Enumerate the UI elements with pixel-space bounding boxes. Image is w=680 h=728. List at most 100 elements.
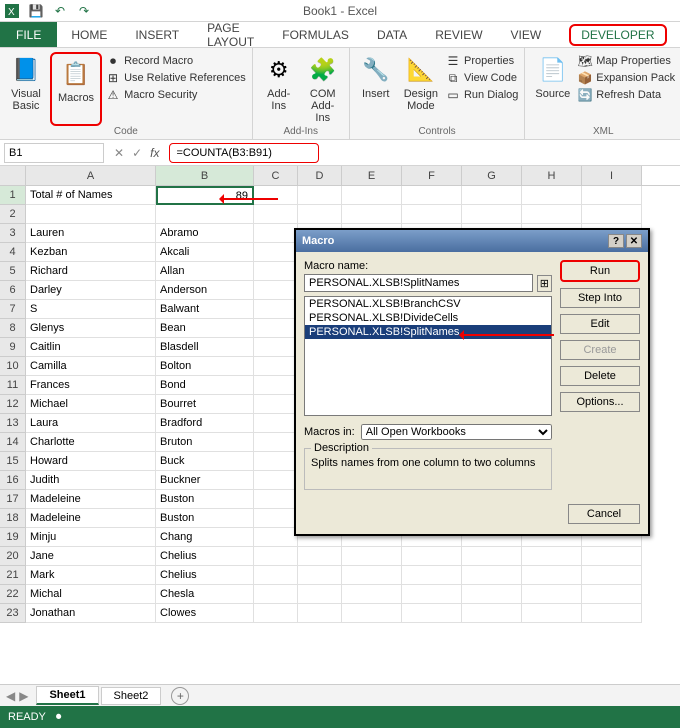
- row-header[interactable]: 21: [0, 566, 26, 585]
- run-dialog-button[interactable]: ▭Run Dialog: [446, 88, 518, 102]
- macro-name-input[interactable]: PERSONAL.XLSB!SplitNames: [304, 274, 533, 292]
- row-header[interactable]: 19: [0, 528, 26, 547]
- list-item[interactable]: PERSONAL.XLSB!BranchCSV: [305, 297, 551, 311]
- cell[interactable]: [402, 547, 462, 566]
- cell[interactable]: Camilla: [26, 357, 156, 376]
- cell[interactable]: [298, 566, 342, 585]
- row-header[interactable]: 13: [0, 414, 26, 433]
- cell[interactable]: Chesla: [156, 585, 254, 604]
- com-addins-button[interactable]: 🧩COM Add-Ins: [303, 52, 343, 126]
- cell[interactable]: [298, 585, 342, 604]
- col-header[interactable]: H: [522, 166, 582, 185]
- name-box[interactable]: B1: [4, 143, 104, 163]
- cell[interactable]: [342, 585, 402, 604]
- cell[interactable]: Caitlin: [26, 338, 156, 357]
- cell[interactable]: 89: [156, 186, 254, 205]
- step-into-button[interactable]: Step Into: [560, 288, 640, 308]
- cell[interactable]: Blasdell: [156, 338, 254, 357]
- properties-button[interactable]: ☰Properties: [446, 54, 518, 68]
- cell[interactable]: [254, 376, 298, 395]
- row-header[interactable]: 9: [0, 338, 26, 357]
- cell[interactable]: Howard: [26, 452, 156, 471]
- options-button[interactable]: Options...: [560, 392, 640, 412]
- macros-in-select[interactable]: All Open Workbooks: [361, 424, 552, 440]
- prev-sheet-icon[interactable]: ◀: [6, 689, 15, 703]
- row-header[interactable]: 15: [0, 452, 26, 471]
- cell[interactable]: [254, 357, 298, 376]
- list-item[interactable]: PERSONAL.XLSB!DivideCells: [305, 311, 551, 325]
- edit-button[interactable]: Edit: [560, 314, 640, 334]
- row-header[interactable]: 14: [0, 433, 26, 452]
- cell[interactable]: Buston: [156, 509, 254, 528]
- cell[interactable]: Frances: [26, 376, 156, 395]
- cell[interactable]: [156, 205, 254, 224]
- cell[interactable]: Bruton: [156, 433, 254, 452]
- cell[interactable]: [522, 547, 582, 566]
- cell[interactable]: [254, 186, 298, 205]
- cell[interactable]: Jane: [26, 547, 156, 566]
- row-header[interactable]: 20: [0, 547, 26, 566]
- cell[interactable]: Bond: [156, 376, 254, 395]
- cell[interactable]: Judith: [26, 471, 156, 490]
- cell[interactable]: Bourret: [156, 395, 254, 414]
- cancel-button[interactable]: Cancel: [568, 504, 640, 524]
- col-header[interactable]: F: [402, 166, 462, 185]
- cell[interactable]: [254, 566, 298, 585]
- view-code-button[interactable]: ⧉View Code: [446, 71, 518, 85]
- source-button[interactable]: 📄Source: [531, 52, 574, 126]
- cell[interactable]: Richard: [26, 262, 156, 281]
- row-header[interactable]: 16: [0, 471, 26, 490]
- cell[interactable]: [254, 414, 298, 433]
- cell[interactable]: [342, 205, 402, 224]
- row-header[interactable]: 11: [0, 376, 26, 395]
- cell[interactable]: [254, 395, 298, 414]
- row-header[interactable]: 7: [0, 300, 26, 319]
- cell[interactable]: Bradford: [156, 414, 254, 433]
- row-header[interactable]: 3: [0, 224, 26, 243]
- cell[interactable]: [254, 205, 298, 224]
- cell[interactable]: [298, 205, 342, 224]
- cell[interactable]: [582, 585, 642, 604]
- cell[interactable]: [254, 509, 298, 528]
- cell[interactable]: [522, 186, 582, 205]
- cell[interactable]: [462, 585, 522, 604]
- run-button[interactable]: Run: [560, 260, 640, 282]
- cell[interactable]: Laura: [26, 414, 156, 433]
- delete-button[interactable]: Delete: [560, 366, 640, 386]
- cell[interactable]: [582, 547, 642, 566]
- cell[interactable]: [254, 604, 298, 623]
- cell[interactable]: Akcali: [156, 243, 254, 262]
- cell[interactable]: [582, 205, 642, 224]
- cell[interactable]: [342, 604, 402, 623]
- undo-icon[interactable]: ↶: [52, 3, 68, 19]
- cell[interactable]: Buck: [156, 452, 254, 471]
- row-header[interactable]: 2: [0, 205, 26, 224]
- addins-button[interactable]: ⚙Add-Ins: [259, 52, 299, 126]
- cell[interactable]: [254, 547, 298, 566]
- cell[interactable]: Darley: [26, 281, 156, 300]
- enter-icon[interactable]: ✓: [132, 146, 142, 160]
- cell[interactable]: [254, 471, 298, 490]
- cell[interactable]: Kezban: [26, 243, 156, 262]
- row-header[interactable]: 1: [0, 186, 26, 205]
- cell[interactable]: [462, 205, 522, 224]
- row-header[interactable]: 17: [0, 490, 26, 509]
- list-item[interactable]: PERSONAL.XLSB!SplitNames: [305, 325, 551, 339]
- row-header[interactable]: 22: [0, 585, 26, 604]
- expansion-packs-button[interactable]: 📦Expansion Pack: [578, 71, 675, 85]
- cell[interactable]: Bolton: [156, 357, 254, 376]
- cell[interactable]: [462, 604, 522, 623]
- cell[interactable]: Clowes: [156, 604, 254, 623]
- cell[interactable]: Abramo: [156, 224, 254, 243]
- cell[interactable]: [254, 338, 298, 357]
- cell[interactable]: Madeleine: [26, 490, 156, 509]
- cell[interactable]: Chelius: [156, 566, 254, 585]
- cell[interactable]: [462, 566, 522, 585]
- cell[interactable]: Total # of Names: [26, 186, 156, 205]
- cell[interactable]: [582, 186, 642, 205]
- cell[interactable]: [402, 205, 462, 224]
- cell[interactable]: Mark: [26, 566, 156, 585]
- col-header[interactable]: I: [582, 166, 642, 185]
- cell[interactable]: [522, 604, 582, 623]
- close-icon[interactable]: ✕: [626, 234, 642, 248]
